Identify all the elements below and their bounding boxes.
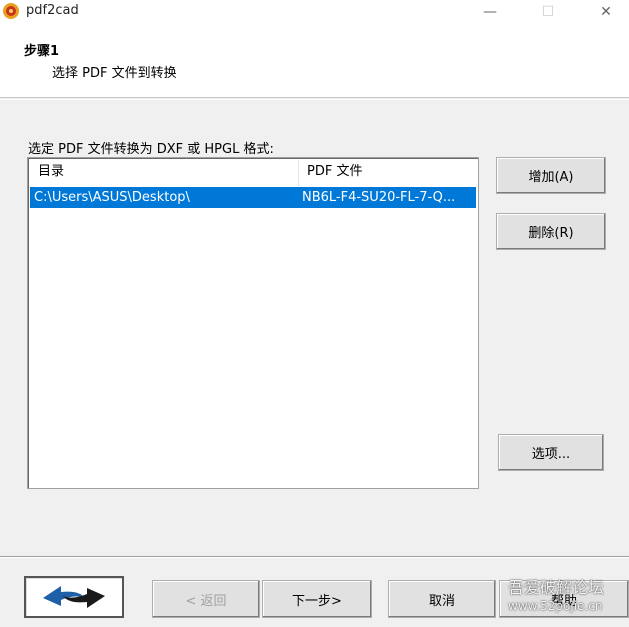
row-pdf-file: NB6L-F4-SU20-FL-7-Q... <box>302 190 456 205</box>
maximize-button[interactable]: ☐ <box>525 0 571 24</box>
row-directory: C:\Users\ASUS\Desktop\ <box>34 190 190 205</box>
header-divider <box>0 99 629 100</box>
file-list[interactable]: 目录 PDF 文件 C:\Users\ASUS\Desktop\ NB6L-F4… <box>27 157 479 489</box>
step-subtitle: 选择 PDF 文件到转换 <box>52 66 177 81</box>
watermark-line2: www.52pojie.cn <box>508 599 603 613</box>
logo-button[interactable] <box>24 576 124 618</box>
back-button[interactable]: < 返回 <box>152 580 260 618</box>
watermark: 吾爱破解论坛 www.52pojie.cn <box>508 578 629 614</box>
window-title: pdf2cad <box>26 3 79 18</box>
title-bar: pdf2cad — ☐ ✕ <box>0 0 629 24</box>
close-button[interactable]: ✕ <box>583 0 629 24</box>
next-button[interactable]: 下一步> <box>262 580 372 618</box>
delete-button[interactable]: 删除(R) <box>496 213 606 250</box>
file-list-label: 选定 PDF 文件转换为 DXF 或 HPGL 格式: <box>28 142 274 157</box>
wizard-header: 步骤1 选择 PDF 文件到转换 <box>0 24 629 98</box>
step-title: 步骤1 <box>24 44 60 59</box>
column-header-directory[interactable]: 目录 <box>30 160 299 186</box>
add-button[interactable]: 增加(A) <box>496 157 606 194</box>
options-button[interactable]: 选项... <box>498 434 604 471</box>
column-header-pdf-file[interactable]: PDF 文件 <box>299 160 476 186</box>
watermark-line1: 吾爱破解论坛 <box>508 578 605 597</box>
cancel-button[interactable]: 取消 <box>388 580 496 618</box>
app-icon <box>3 3 19 19</box>
pdf2cad-logo-icon <box>43 586 105 608</box>
table-row[interactable]: C:\Users\ASUS\Desktop\ NB6L-F4-SU20-FL-7… <box>30 187 476 208</box>
minimize-button[interactable]: — <box>467 0 513 24</box>
file-list-header: 目录 PDF 文件 <box>30 160 476 186</box>
